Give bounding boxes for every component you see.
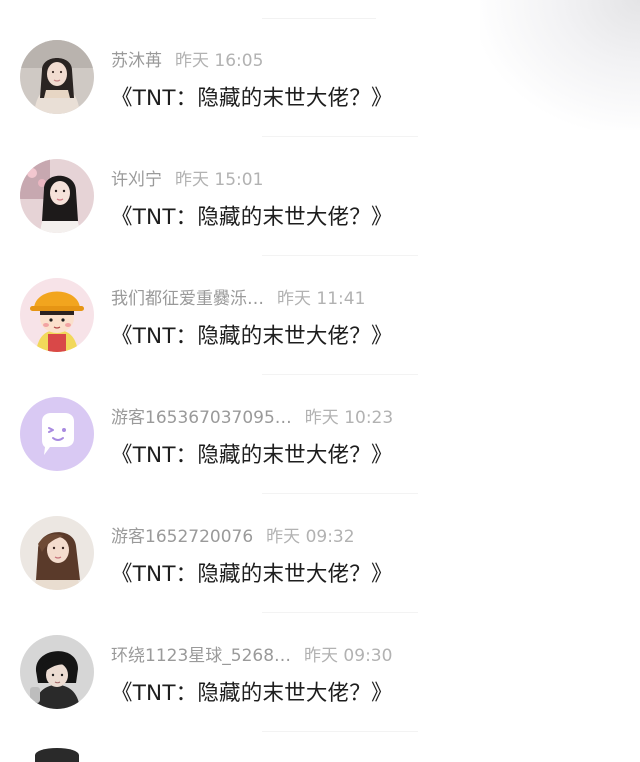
sender-name: 环绕1123星球_5268… — [111, 646, 292, 666]
sender-name: 苏沐苒 — [111, 51, 162, 71]
message-meta: 环绕1123星球_5268… 昨天 09:30 — [111, 641, 393, 666]
avatar[interactable] — [20, 159, 94, 233]
cartoon-girl-yellow-hat-icon — [20, 278, 94, 352]
girl-selfie-icon — [20, 159, 94, 233]
message-time: 昨天 09:32 — [266, 527, 355, 547]
message-meta: 游客1652720076 昨天 09:32 — [111, 522, 355, 547]
sender-name: 我们都征爱重爨泺… — [111, 289, 264, 309]
message-time: 昨天 15:01 — [175, 170, 264, 190]
woman-portrait-icon — [20, 516, 94, 590]
avatar[interactable] — [20, 635, 94, 709]
message-time: 昨天 09:30 — [304, 646, 393, 666]
message-preview: 《TNT：隐藏的末世大佬？》 — [111, 324, 393, 349]
message-meta: 游客165367037095… 昨天 10:23 — [111, 403, 394, 428]
message-row[interactable]: 游客1652720076 昨天 09:32 《TNT：隐藏的末世大佬？》 — [0, 494, 640, 613]
message-preview: 《TNT：隐藏的末世大佬？》 — [111, 86, 393, 111]
avatar[interactable] — [20, 397, 94, 471]
avatar[interactable] — [20, 278, 94, 352]
sender-name: 游客165367037095… — [111, 408, 292, 428]
sender-name: 许刈宁 — [111, 170, 162, 190]
avatar[interactable] — [20, 40, 94, 114]
message-time: 昨天 16:05 — [175, 51, 264, 71]
message-preview: 《TNT：隐藏的末世大佬？》 — [111, 681, 393, 706]
purple-chat-bubble-icon — [20, 397, 94, 471]
message-preview: 《TNT：隐藏的末世大佬？》 — [111, 443, 393, 468]
message-row[interactable]: 苏沐苒 昨天 16:05 《TNT：隐藏的末世大佬？》 — [0, 18, 640, 137]
message-row[interactable]: 环绕1123星球_5268… 昨天 09:30 《TNT：隐藏的末世大佬？》 — [0, 613, 640, 732]
next-avatar-peek — [35, 748, 79, 762]
message-preview: 《TNT：隐藏的末世大佬？》 — [111, 562, 393, 587]
dark-hair-boy-icon — [20, 635, 94, 709]
sender-name: 游客1652720076 — [111, 527, 254, 547]
avatar[interactable] — [20, 516, 94, 590]
message-time: 昨天 10:23 — [304, 408, 394, 428]
woman-portrait-light-icon — [20, 40, 94, 114]
message-meta: 苏沐苒 昨天 16:05 — [111, 46, 264, 71]
message-time: 昨天 11:41 — [277, 289, 366, 309]
message-preview: 《TNT：隐藏的末世大佬？》 — [111, 205, 393, 230]
message-row[interactable]: 许刈宁 昨天 15:01 《TNT：隐藏的末世大佬？》 — [0, 137, 640, 256]
message-meta: 许刈宁 昨天 15:01 — [111, 165, 264, 190]
message-row[interactable]: 我们都征爱重爨泺… 昨天 11:41 《TNT：隐藏的末世大佬？》 — [0, 256, 640, 375]
message-row[interactable]: 游客165367037095… 昨天 10:23 《TNT：隐藏的末世大佬？》 — [0, 375, 640, 494]
row-divider — [262, 731, 418, 732]
message-meta: 我们都征爱重爨泺… 昨天 11:41 — [111, 284, 366, 309]
